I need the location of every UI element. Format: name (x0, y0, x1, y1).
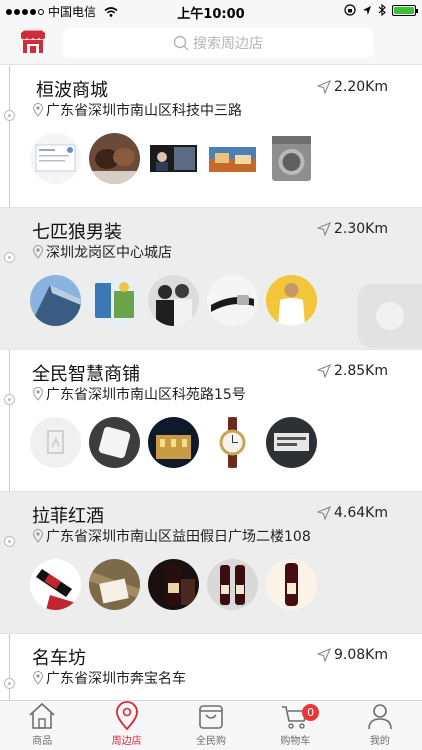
product-thumbnail[interactable] (89, 559, 140, 610)
product-thumbnail[interactable] (30, 417, 81, 468)
product-thumbnail[interactable] (207, 559, 258, 610)
product-thumbnail[interactable] (89, 275, 140, 326)
location-pin-icon (32, 387, 44, 401)
product-thumbnail[interactable] (207, 417, 258, 468)
user-icon (368, 704, 392, 730)
product-thumbnail[interactable] (30, 133, 81, 184)
store-icon[interactable] (20, 30, 46, 54)
store-address: 广东省深圳市南山区科苑路15号 (32, 384, 246, 404)
navigation-arrow-icon (317, 364, 331, 378)
navigation-arrow-icon (317, 506, 331, 520)
product-thumbnail[interactable] (89, 417, 140, 468)
store-distance: 2.30Km (317, 221, 388, 237)
timeline-dot (4, 678, 15, 689)
store-item[interactable]: 拉菲红酒 4.64Km 广东省深圳市南山区益田假日广场二楼108 (0, 492, 422, 634)
store-name: 七匹狼男装 (32, 222, 122, 243)
product-thumbnail[interactable] (207, 133, 258, 184)
store-distance: 4.64Km (317, 505, 388, 521)
store-thumbnails (30, 417, 317, 468)
status-indicators (344, 4, 418, 16)
store-thumbnails (30, 133, 317, 184)
product-thumbnail[interactable] (266, 133, 317, 184)
location-pin-icon (32, 671, 44, 685)
navigation-arrow-icon (317, 80, 331, 94)
navigation-arrow-icon (317, 648, 331, 662)
product-thumbnail[interactable] (266, 275, 317, 326)
timeline-dot (4, 536, 15, 547)
timeline-dot (4, 252, 15, 263)
battery-icon (392, 4, 418, 16)
store-name: 名车坊 (32, 648, 86, 669)
product-thumbnail[interactable] (148, 417, 199, 468)
shopping-bag-icon (199, 705, 223, 729)
product-thumbnail[interactable] (266, 417, 317, 468)
product-thumbnail[interactable] (30, 559, 81, 610)
store-list[interactable]: 桓波商城 2.20Km 广东省深圳市南山区科技中三路 七匹狼男装 2.30Km … (0, 66, 422, 700)
tab-profile[interactable]: 我的 (338, 701, 422, 750)
product-thumbnail[interactable] (148, 559, 199, 610)
status-bar: 中国电信 上午10:00 (0, 0, 422, 22)
search-placeholder: 搜索周边店 (193, 36, 263, 52)
store-distance: 2.85Km (317, 363, 388, 379)
cart-badge: 0 (302, 704, 320, 721)
store-address: 广东省深圳市南山区科技中三路 (32, 100, 242, 120)
search-icon (173, 35, 189, 51)
app-screen: 中国电信 上午10:00 搜索周边店 桓波商城 2.20Km 广东省深圳市南山区… (0, 0, 422, 750)
location-pin-icon (32, 103, 44, 117)
bluetooth-icon (378, 4, 386, 16)
tab-group-buy[interactable]: 全民购 (169, 701, 253, 750)
assistive-touch-button[interactable] (358, 284, 422, 348)
store-name: 全民智慧商铺 (32, 364, 140, 385)
store-thumbnails (30, 559, 317, 610)
product-thumbnail[interactable] (30, 275, 81, 326)
store-item[interactable]: 名车坊 9.08Km 广东省深圳市奔宝名车 (0, 634, 422, 700)
store-address: 广东省深圳市南山区益田假日广场二楼108 (32, 526, 311, 546)
store-distance: 9.08Km (317, 647, 388, 663)
search-input[interactable]: 搜索周边店 (63, 28, 373, 58)
home-icon (29, 702, 55, 729)
orientation-lock-icon (344, 4, 356, 16)
location-pin-icon (32, 245, 44, 259)
store-name: 拉菲红酒 (32, 506, 104, 527)
store-address: 广东省深圳市奔宝名车 (32, 668, 186, 688)
product-thumbnail[interactable] (89, 133, 140, 184)
product-thumbnail[interactable] (148, 133, 199, 184)
tab-nearby-stores[interactable]: 周边店 (84, 701, 168, 750)
timeline-dot (4, 394, 15, 405)
tab-bar: 商品 周边店 全民购 0 购物车 我的 (0, 700, 422, 750)
location-pin-icon (32, 529, 44, 543)
timeline-dot (4, 110, 15, 121)
store-address: 深圳龙岗区中心城店 (32, 242, 172, 262)
tab-products[interactable]: 商品 (0, 701, 84, 750)
store-thumbnails (30, 275, 317, 326)
product-thumbnail[interactable] (148, 275, 199, 326)
store-name: 桓波商城 (36, 80, 108, 101)
tab-cart[interactable]: 0 购物车 (253, 701, 337, 750)
navigation-arrow-icon (317, 222, 331, 236)
product-thumbnail[interactable] (207, 275, 258, 326)
product-thumbnail[interactable] (266, 559, 317, 610)
location-pin-icon (115, 701, 138, 731)
header: 搜索周边店 (0, 22, 422, 65)
location-arrow-icon (363, 5, 371, 15)
store-distance: 2.20Km (317, 79, 388, 95)
store-item[interactable]: 桓波商城 2.20Km 广东省深圳市南山区科技中三路 (0, 66, 422, 208)
store-item[interactable]: 全民智慧商铺 2.85Km 广东省深圳市南山区科苑路15号 (0, 350, 422, 492)
